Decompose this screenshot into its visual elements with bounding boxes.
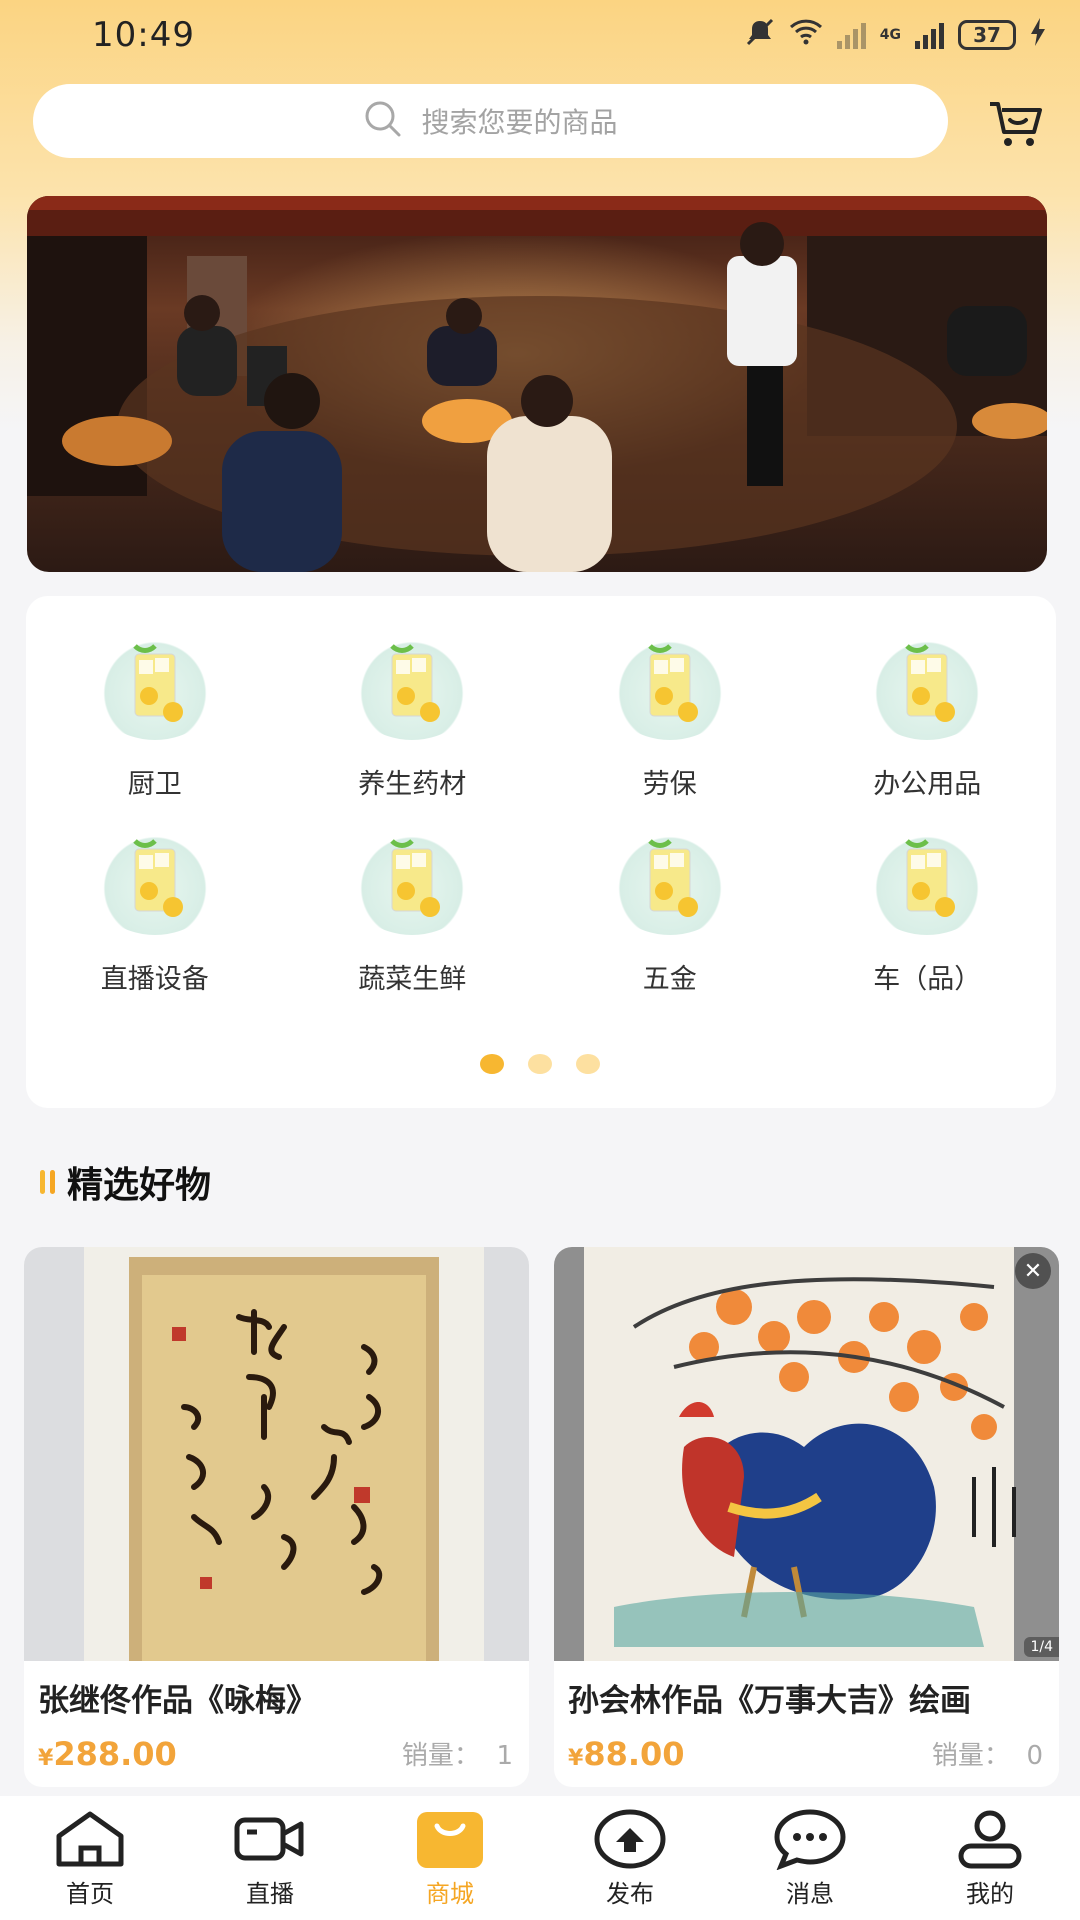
cart-icon[interactable]	[988, 98, 1044, 148]
shopping-bag-icon	[417, 1811, 483, 1868]
sales-count: 1	[496, 1741, 513, 1771]
tab-messages[interactable]: 消息	[735, 1808, 885, 1909]
promo-banner[interactable]	[27, 196, 1047, 572]
category-item[interactable]: 厨卫	[26, 636, 284, 801]
video-icon	[234, 1817, 304, 1860]
tab-home[interactable]: 首页	[15, 1808, 165, 1909]
home-icon	[56, 1811, 124, 1866]
product-title: 张继佟作品《咏梅》	[38, 1683, 317, 1719]
tab-label: 首页	[66, 1879, 114, 1908]
user-icon	[958, 1810, 1022, 1868]
sales-count: 0	[1026, 1741, 1043, 1771]
signal-2-icon	[915, 21, 944, 49]
category-label: 养生药材	[358, 769, 467, 800]
page-dot[interactable]	[528, 1054, 552, 1074]
tab-label: 直播	[246, 1879, 294, 1908]
category-item[interactable]: 车（品）	[799, 831, 1057, 996]
section-accent-icon	[40, 1170, 55, 1194]
category-item[interactable]: 劳保	[541, 636, 799, 801]
mute-icon	[745, 17, 775, 54]
category-item[interactable]: 五金	[541, 831, 799, 996]
product-price: ¥88.00	[568, 1735, 685, 1773]
wifi-icon	[789, 19, 823, 52]
drink-icon	[863, 831, 992, 935]
tab-live[interactable]: 直播	[195, 1808, 345, 1909]
search-icon	[363, 99, 403, 143]
category-label: 办公用品	[873, 769, 982, 800]
tab-label: 商城	[426, 1879, 474, 1908]
product-price: ¥288.00	[38, 1735, 177, 1773]
product-title: 孙会林作品《万事大吉》绘画	[568, 1683, 971, 1719]
bottom-tab-bar: 首页 直播 商城 发布 消息 我的	[0, 1796, 1080, 1920]
category-label: 直播设备	[100, 964, 209, 995]
status-bar: 10:49 4G 37	[0, 0, 1080, 70]
drink-icon	[863, 636, 992, 740]
page-dot-active[interactable]	[480, 1054, 504, 1074]
tab-label: 我的	[966, 1879, 1014, 1908]
page-dot[interactable]	[576, 1054, 600, 1074]
image-counter: 1/4	[1024, 1637, 1059, 1657]
category-label: 五金	[642, 964, 697, 995]
sales-label: 销量：	[931, 1741, 1010, 1771]
price-value: 288.00	[53, 1735, 177, 1773]
drink-icon	[348, 831, 477, 935]
section-header: 精选好物	[40, 1156, 211, 1208]
product-sales: 销量： 0	[932, 1735, 1043, 1772]
tab-publish[interactable]: 发布	[555, 1808, 705, 1909]
category-grid: 厨卫 养生药材 劳保 办公用品 直播设备 蔬菜生鲜 五金 车（品）	[26, 636, 1056, 996]
carousel-pagination	[0, 1054, 1080, 1074]
tab-label: 消息	[786, 1879, 834, 1908]
category-item[interactable]: 养生药材	[284, 636, 542, 801]
tab-profile[interactable]: 我的	[915, 1808, 1065, 1909]
category-label: 车（品）	[873, 964, 982, 995]
signal-1-icon	[836, 21, 866, 49]
category-label: 劳保	[642, 769, 697, 800]
drink-icon	[605, 636, 734, 740]
drink-icon	[348, 636, 477, 740]
product-card[interactable]: 张继佟作品《咏梅》 ¥288.00 销量： 1	[24, 1247, 529, 1787]
message-icon	[774, 1808, 846, 1870]
tab-mall[interactable]: 商城	[375, 1808, 525, 1909]
upload-icon	[594, 1809, 666, 1868]
currency-symbol: ¥	[38, 1746, 54, 1771]
battery-icon: 37	[958, 20, 1016, 50]
category-label: 蔬菜生鲜	[358, 964, 467, 995]
close-icon[interactable]: ✕	[1015, 1253, 1051, 1289]
drink-icon	[605, 831, 734, 935]
category-item[interactable]: 直播设备	[26, 831, 284, 996]
drink-icon	[90, 831, 219, 935]
search-placeholder: 搜索您要的商品	[421, 106, 618, 139]
drink-icon	[90, 636, 219, 740]
network-type: 4G	[879, 27, 901, 43]
product-card[interactable]: ✕ 1/4 孙会林作品《万事大吉》绘画 ¥88.00 销量： 0	[554, 1247, 1059, 1787]
product-image	[24, 1247, 529, 1661]
product-sales: 销量： 1	[402, 1735, 513, 1772]
status-icons: 4G 37	[745, 17, 1046, 54]
search-input[interactable]: 搜索您要的商品	[33, 84, 948, 158]
clock: 10:49	[92, 15, 195, 55]
restaurant-photo	[27, 196, 1047, 572]
category-card: 厨卫 养生药材 劳保 办公用品 直播设备 蔬菜生鲜 五金 车（品）	[26, 596, 1056, 1108]
product-image	[554, 1247, 1059, 1661]
category-item[interactable]: 办公用品	[799, 636, 1057, 801]
charging-icon	[1030, 17, 1046, 53]
category-item[interactable]: 蔬菜生鲜	[284, 831, 542, 996]
sales-label: 销量：	[401, 1741, 480, 1771]
category-label: 厨卫	[127, 769, 182, 800]
tab-label: 发布	[606, 1879, 654, 1908]
section-title: 精选好物	[67, 1165, 212, 1206]
price-value: 88.00	[583, 1735, 685, 1773]
currency-symbol: ¥	[568, 1746, 584, 1771]
